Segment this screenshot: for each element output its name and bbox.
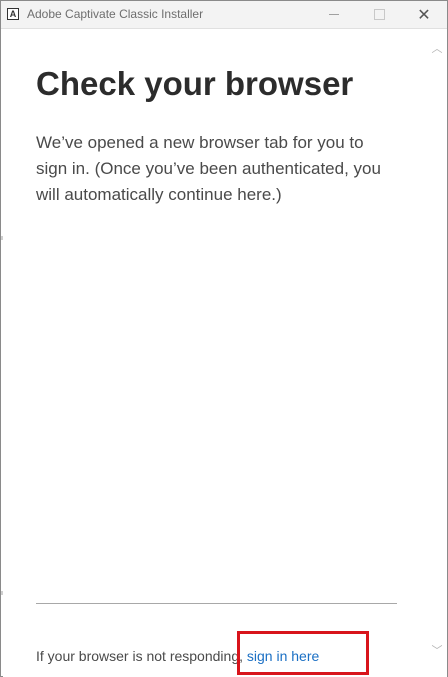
maximize-icon	[373, 9, 385, 20]
close-button[interactable]: ✕	[401, 1, 447, 28]
title-bar[interactable]: A Adobe Captivate Classic Installer ✕	[1, 1, 447, 29]
scroll-down-icon[interactable]: ﹀	[431, 645, 443, 657]
scroll-up-icon[interactable]: ︿	[431, 43, 443, 55]
close-icon: ✕	[417, 6, 431, 24]
minimize-icon	[329, 14, 339, 15]
minimize-button[interactable]	[311, 1, 357, 28]
window-edge-mark	[1, 591, 3, 595]
vertical-scrollbar[interactable]: ︿ ﹀	[427, 29, 447, 677]
footer-text: If your browser is not responding, sign …	[36, 648, 319, 664]
sign-in-here-link[interactable]: sign in here	[247, 648, 319, 664]
browser-message: We’ve opened a new browser tab for you t…	[36, 133, 381, 204]
installer-content: Check your browser We’ve opened a new br…	[3, 29, 427, 677]
footer-prefix: If your browser is not responding,	[36, 648, 247, 664]
page-title: Check your browser	[36, 65, 354, 102]
footer-divider	[36, 603, 397, 604]
window-edge-mark	[1, 236, 3, 240]
window-title: Adobe Captivate Classic Installer	[27, 7, 204, 21]
maximize-button[interactable]	[356, 1, 402, 28]
adobe-app-icon: A	[7, 8, 19, 20]
installer-window: A Adobe Captivate Classic Installer ✕ Ch…	[0, 0, 448, 677]
